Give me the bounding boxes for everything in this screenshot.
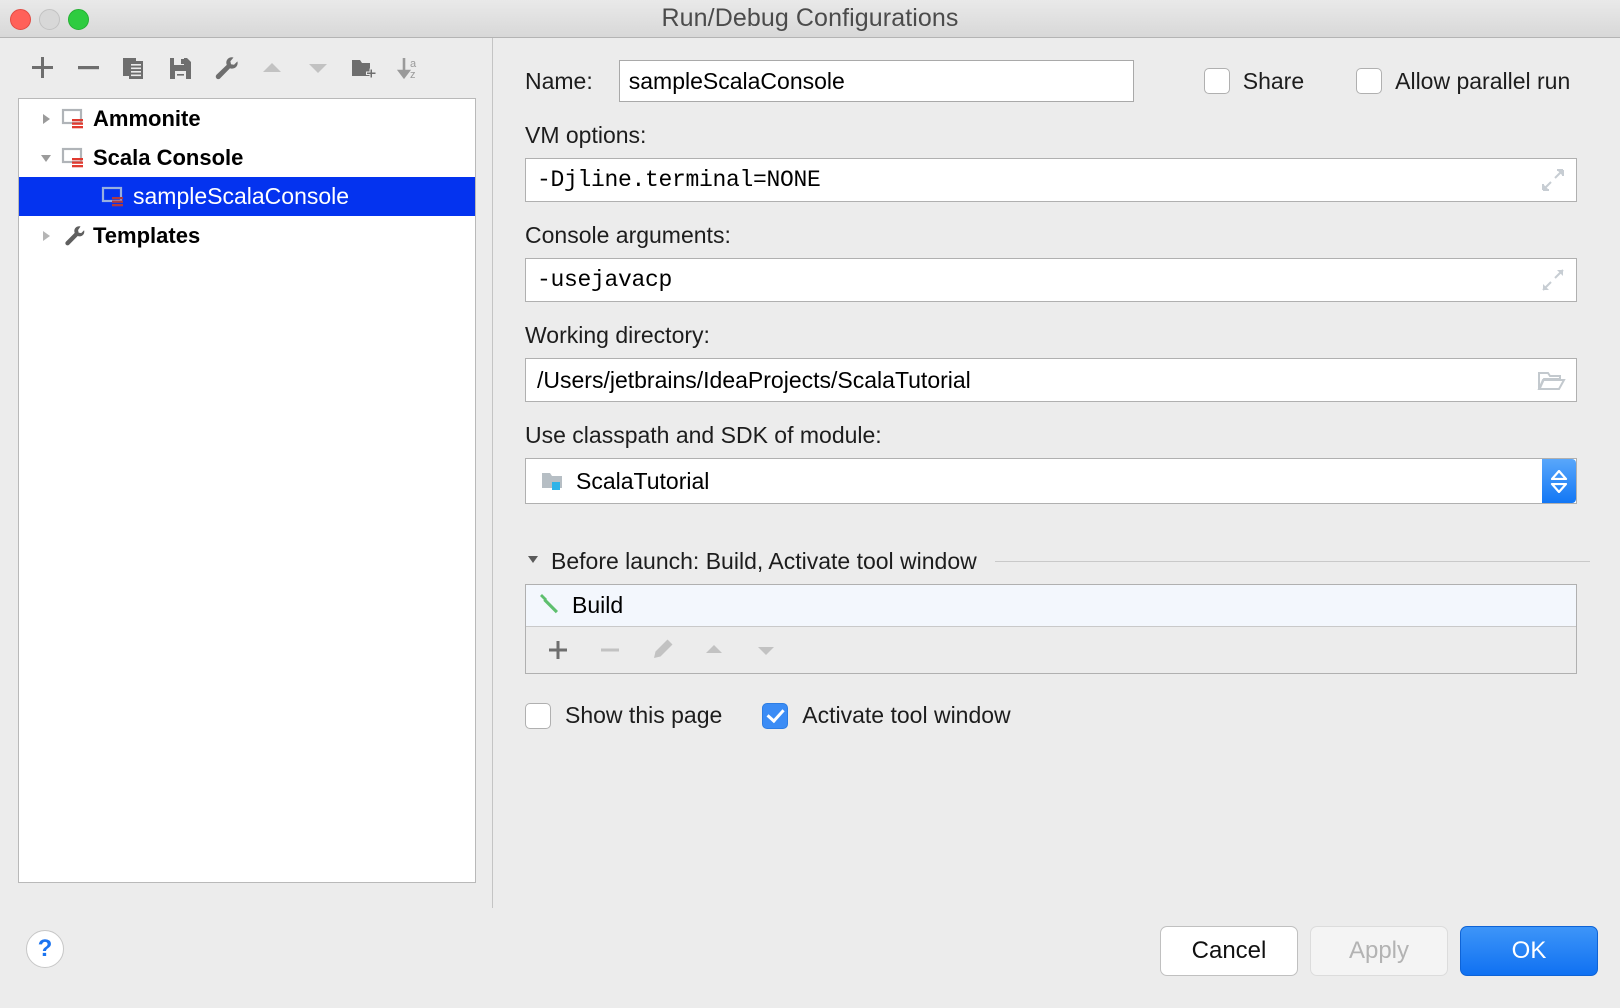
before-launch-task-row[interactable]: Build: [526, 585, 1576, 627]
ok-button[interactable]: OK: [1460, 926, 1598, 976]
expand-diagonal-icon[interactable]: [1540, 259, 1566, 301]
before-launch-title: Before launch: Build, Activate tool wind…: [551, 548, 977, 575]
edit-task-button[interactable]: [640, 630, 684, 670]
remove-configuration-button[interactable]: [68, 50, 108, 86]
edit-defaults-button[interactable]: [206, 50, 246, 86]
move-task-down-button[interactable]: [744, 630, 788, 670]
before-launch-section: Before launch: Build, Activate tool wind…: [525, 548, 1594, 729]
minimize-button[interactable]: [39, 9, 60, 30]
tree-item-ammonite[interactable]: Ammonite: [19, 99, 475, 138]
move-task-up-button[interactable]: [692, 630, 736, 670]
apply-button[interactable]: Apply: [1310, 926, 1448, 976]
scala-console-icon: [59, 145, 89, 171]
before-launch-task-list[interactable]: Build: [525, 584, 1577, 674]
activate-tool-window-checkbox[interactable]: [762, 703, 788, 729]
chevron-right-icon[interactable]: [33, 228, 59, 244]
before-launch-task-label: Build: [572, 592, 623, 619]
module-stepper[interactable]: [1542, 459, 1576, 503]
working-directory-label: Working directory:: [525, 322, 1594, 349]
module-value: ScalaTutorial: [576, 468, 709, 495]
module-folder-icon: [540, 469, 566, 493]
chevron-down-icon[interactable]: [33, 150, 59, 166]
working-directory-value: /Users/jetbrains/IdeaProjects/ScalaTutor…: [526, 367, 971, 394]
hammer-icon: [538, 591, 562, 620]
close-button[interactable]: [10, 9, 31, 30]
vm-options-label: VM options:: [525, 122, 1594, 149]
new-folder-button[interactable]: [344, 50, 384, 86]
move-up-button[interactable]: [252, 50, 292, 86]
dialog-buttons: Cancel Apply OK: [1160, 926, 1598, 976]
copy-configuration-button[interactable]: [114, 50, 154, 86]
tree-item-label: Scala Console: [93, 145, 243, 171]
module-label: Use classpath and SDK of module:: [525, 422, 1594, 449]
configuration-editor: Name: Share Allow parallel run VM option…: [492, 38, 1620, 908]
scala-console-icon: [99, 184, 129, 210]
vm-options-field[interactable]: -Djline.terminal=NONE: [525, 158, 1577, 202]
before-launch-toolbar: [526, 627, 1576, 673]
working-directory-field[interactable]: /Users/jetbrains/IdeaProjects/ScalaTutor…: [525, 358, 1577, 402]
move-down-button[interactable]: [298, 50, 338, 86]
add-configuration-button[interactable]: [22, 50, 62, 86]
console-arguments-field[interactable]: -usejavacp: [525, 258, 1577, 302]
tree-item-label: Templates: [93, 223, 200, 249]
name-input[interactable]: [619, 60, 1134, 102]
tree-item-label: Ammonite: [93, 106, 201, 132]
console-arguments-value: -usejavacp: [526, 267, 672, 293]
configurations-toolbar: a z: [0, 38, 492, 96]
add-task-button[interactable]: [536, 630, 580, 670]
name-label: Name:: [525, 68, 593, 95]
scala-console-icon: [59, 106, 89, 132]
before-launch-header[interactable]: Before launch: Build, Activate tool wind…: [525, 548, 1594, 575]
module-combobox[interactable]: ScalaTutorial: [525, 458, 1577, 504]
name-row-checkboxes: Share Allow parallel run: [1204, 68, 1571, 95]
maximize-button[interactable]: [68, 9, 89, 30]
tree-item-label: sampleScalaConsole: [133, 183, 349, 210]
svg-text:z: z: [410, 69, 416, 81]
configurations-tree[interactable]: Ammonite Scala Console: [18, 98, 476, 883]
traffic-lights: [10, 0, 89, 38]
expand-diagonal-icon[interactable]: [1540, 159, 1566, 201]
share-label: Share: [1243, 68, 1304, 95]
dialog-footer: ? Cancel Apply OK: [0, 908, 1620, 1008]
chevron-down-icon[interactable]: [525, 551, 541, 572]
folder-open-icon[interactable]: [1536, 359, 1566, 401]
window-title: Run/Debug Configurations: [661, 4, 958, 33]
allow-parallel-run-checkbox[interactable]: [1356, 68, 1382, 94]
save-configuration-button[interactable]: [160, 50, 200, 86]
name-row: Name: Share Allow parallel run: [525, 60, 1594, 102]
cancel-button[interactable]: Cancel: [1160, 926, 1298, 976]
before-launch-divider: [995, 561, 1590, 562]
tree-item-scala-console[interactable]: Scala Console: [19, 138, 475, 177]
vm-options-value: -Djline.terminal=NONE: [526, 167, 821, 193]
allow-parallel-run-label: Allow parallel run: [1395, 68, 1570, 95]
chevron-right-icon[interactable]: [33, 111, 59, 127]
wrench-icon: [59, 223, 89, 249]
show-this-page-label: Show this page: [565, 702, 722, 729]
share-checkbox[interactable]: [1204, 68, 1230, 94]
window-title-bar: Run/Debug Configurations: [0, 0, 1620, 38]
console-arguments-label: Console arguments:: [525, 222, 1594, 249]
remove-task-button[interactable]: [588, 630, 632, 670]
tree-item-templates[interactable]: Templates: [19, 216, 475, 255]
help-button[interactable]: ?: [26, 930, 64, 968]
show-this-page-checkbox[interactable]: [525, 703, 551, 729]
configurations-panel: a z Ammonite: [0, 38, 492, 908]
tree-item-samplescalaconsole[interactable]: sampleScalaConsole: [19, 177, 475, 216]
sort-alphabetically-button[interactable]: a z: [390, 50, 430, 86]
before-launch-options: Show this page Activate tool window: [525, 702, 1594, 729]
activate-tool-window-label: Activate tool window: [802, 702, 1010, 729]
